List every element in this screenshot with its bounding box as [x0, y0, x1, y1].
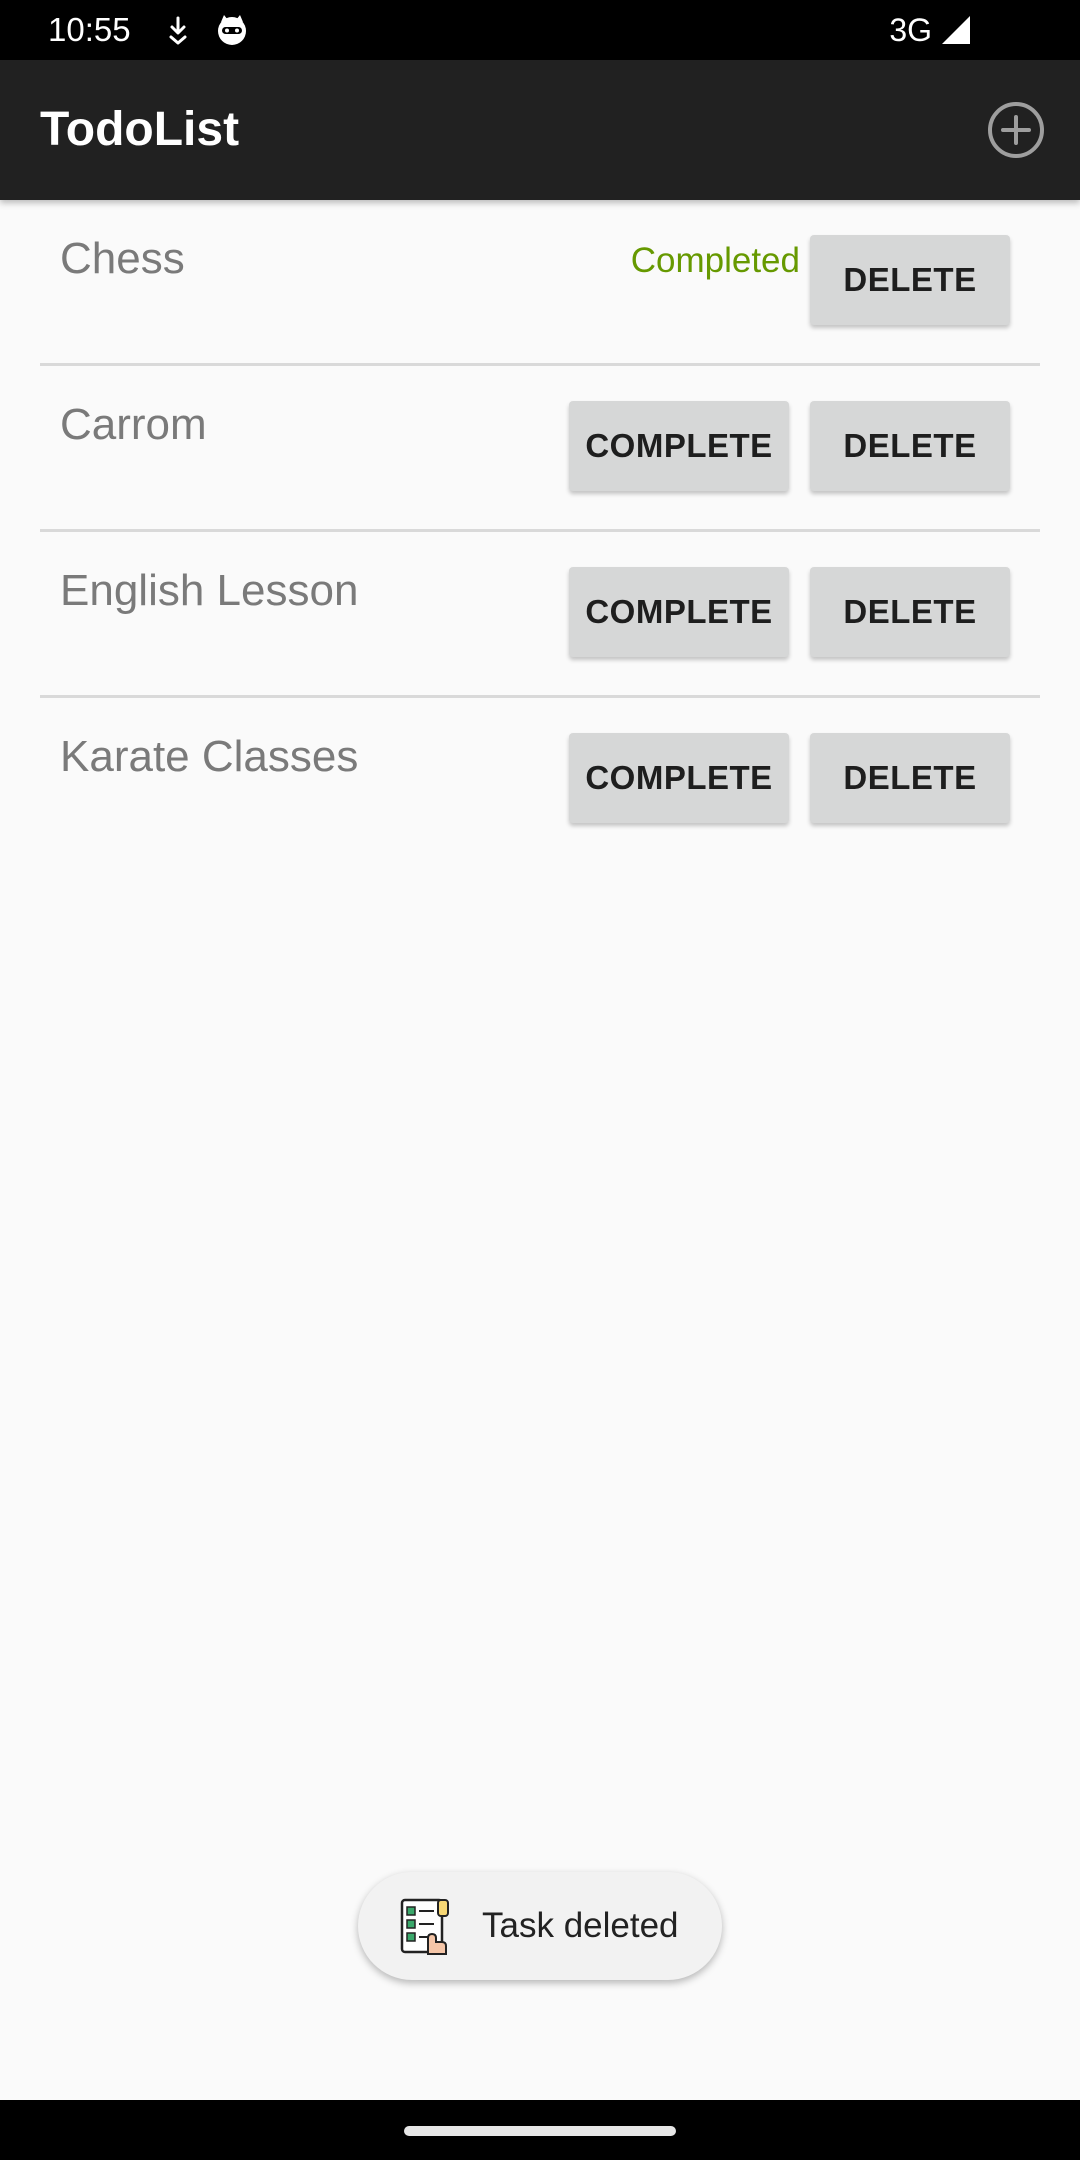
navigation-bar [0, 2100, 1080, 2160]
delete-button[interactable]: DELETE [810, 401, 1010, 491]
complete-button[interactable]: COMPLETE [569, 567, 789, 657]
completed-status: Completed [630, 241, 800, 280]
network-type: 3G [889, 12, 932, 48]
task-name: Chess [60, 234, 185, 283]
home-gesture-handle[interactable] [404, 2126, 676, 2136]
screen: 10:55 3G TodoList Chess Completed DELETE… [0, 0, 1080, 2160]
delete-button[interactable]: DELETE [810, 235, 1010, 325]
complete-button[interactable]: COMPLETE [569, 401, 789, 491]
checklist-icon [400, 1898, 449, 1955]
task-name: Carrom [60, 400, 207, 449]
toast: Task deleted [358, 1872, 722, 1980]
status-time: 10:55 [48, 11, 131, 48]
complete-button[interactable]: COMPLETE [569, 733, 789, 823]
toast-message: Task deleted [482, 1906, 679, 1945]
delete-button[interactable]: DELETE [810, 567, 1010, 657]
signal-strength-icon [942, 16, 970, 44]
app-title: TodoList [40, 103, 240, 156]
task-row: Karate Classes COMPLETE DELETE [40, 698, 1040, 861]
task-row: Chess Completed DELETE [40, 200, 1040, 366]
download-arrow-icon [169, 16, 187, 45]
cat-face-icon [218, 15, 246, 45]
task-list: Chess Completed DELETE Carrom COMPLETE D… [40, 200, 1040, 861]
add-task-button[interactable] [986, 100, 1046, 160]
status-bar: 10:55 3G [0, 0, 1080, 60]
task-name: Karate Classes [60, 732, 359, 781]
task-name: English Lesson [60, 566, 359, 615]
add-circle-icon [988, 102, 1044, 158]
delete-button[interactable]: DELETE [810, 733, 1010, 823]
task-row: English Lesson COMPLETE DELETE [40, 532, 1040, 698]
app-bar: TodoList [0, 60, 1080, 200]
task-row: Carrom COMPLETE DELETE [40, 366, 1040, 532]
